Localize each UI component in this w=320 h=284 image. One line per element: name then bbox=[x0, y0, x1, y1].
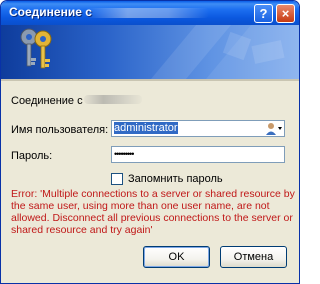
help-button[interactable]: ? bbox=[254, 4, 273, 23]
remember-password-checkbox[interactable] bbox=[111, 173, 123, 185]
ok-button[interactable]: OK bbox=[143, 246, 210, 268]
blurred-server-name bbox=[87, 8, 209, 18]
dialog-banner bbox=[1, 25, 299, 79]
username-field[interactable]: administrator bbox=[111, 120, 285, 137]
user-dropdown-icon[interactable] bbox=[265, 122, 283, 135]
banner-divider bbox=[1, 79, 299, 81]
close-button[interactable]: × bbox=[276, 4, 295, 23]
username-label: Имя пользователя: bbox=[11, 124, 109, 136]
error-message: Error: 'Multiple connections to a server… bbox=[11, 188, 295, 236]
connection-label: Соединение с bbox=[11, 95, 83, 107]
connect-dialog: Соединение с ? × Соединение с Имя пользо… bbox=[0, 0, 300, 284]
remember-password-label[interactable]: Запомнить пароль bbox=[128, 173, 223, 185]
cancel-button[interactable]: Отмена bbox=[220, 246, 287, 268]
window-title: Соединение с bbox=[9, 5, 92, 19]
password-field[interactable]: ••••••••• bbox=[111, 146, 285, 163]
username-value: administrator bbox=[114, 122, 178, 134]
blurred-connection-name bbox=[84, 95, 142, 104]
keys-icon bbox=[20, 28, 52, 69]
password-label: Пароль: bbox=[11, 150, 53, 162]
password-value: ••••••••• bbox=[114, 149, 134, 159]
title-bar[interactable]: Соединение с ? × bbox=[1, 1, 299, 25]
